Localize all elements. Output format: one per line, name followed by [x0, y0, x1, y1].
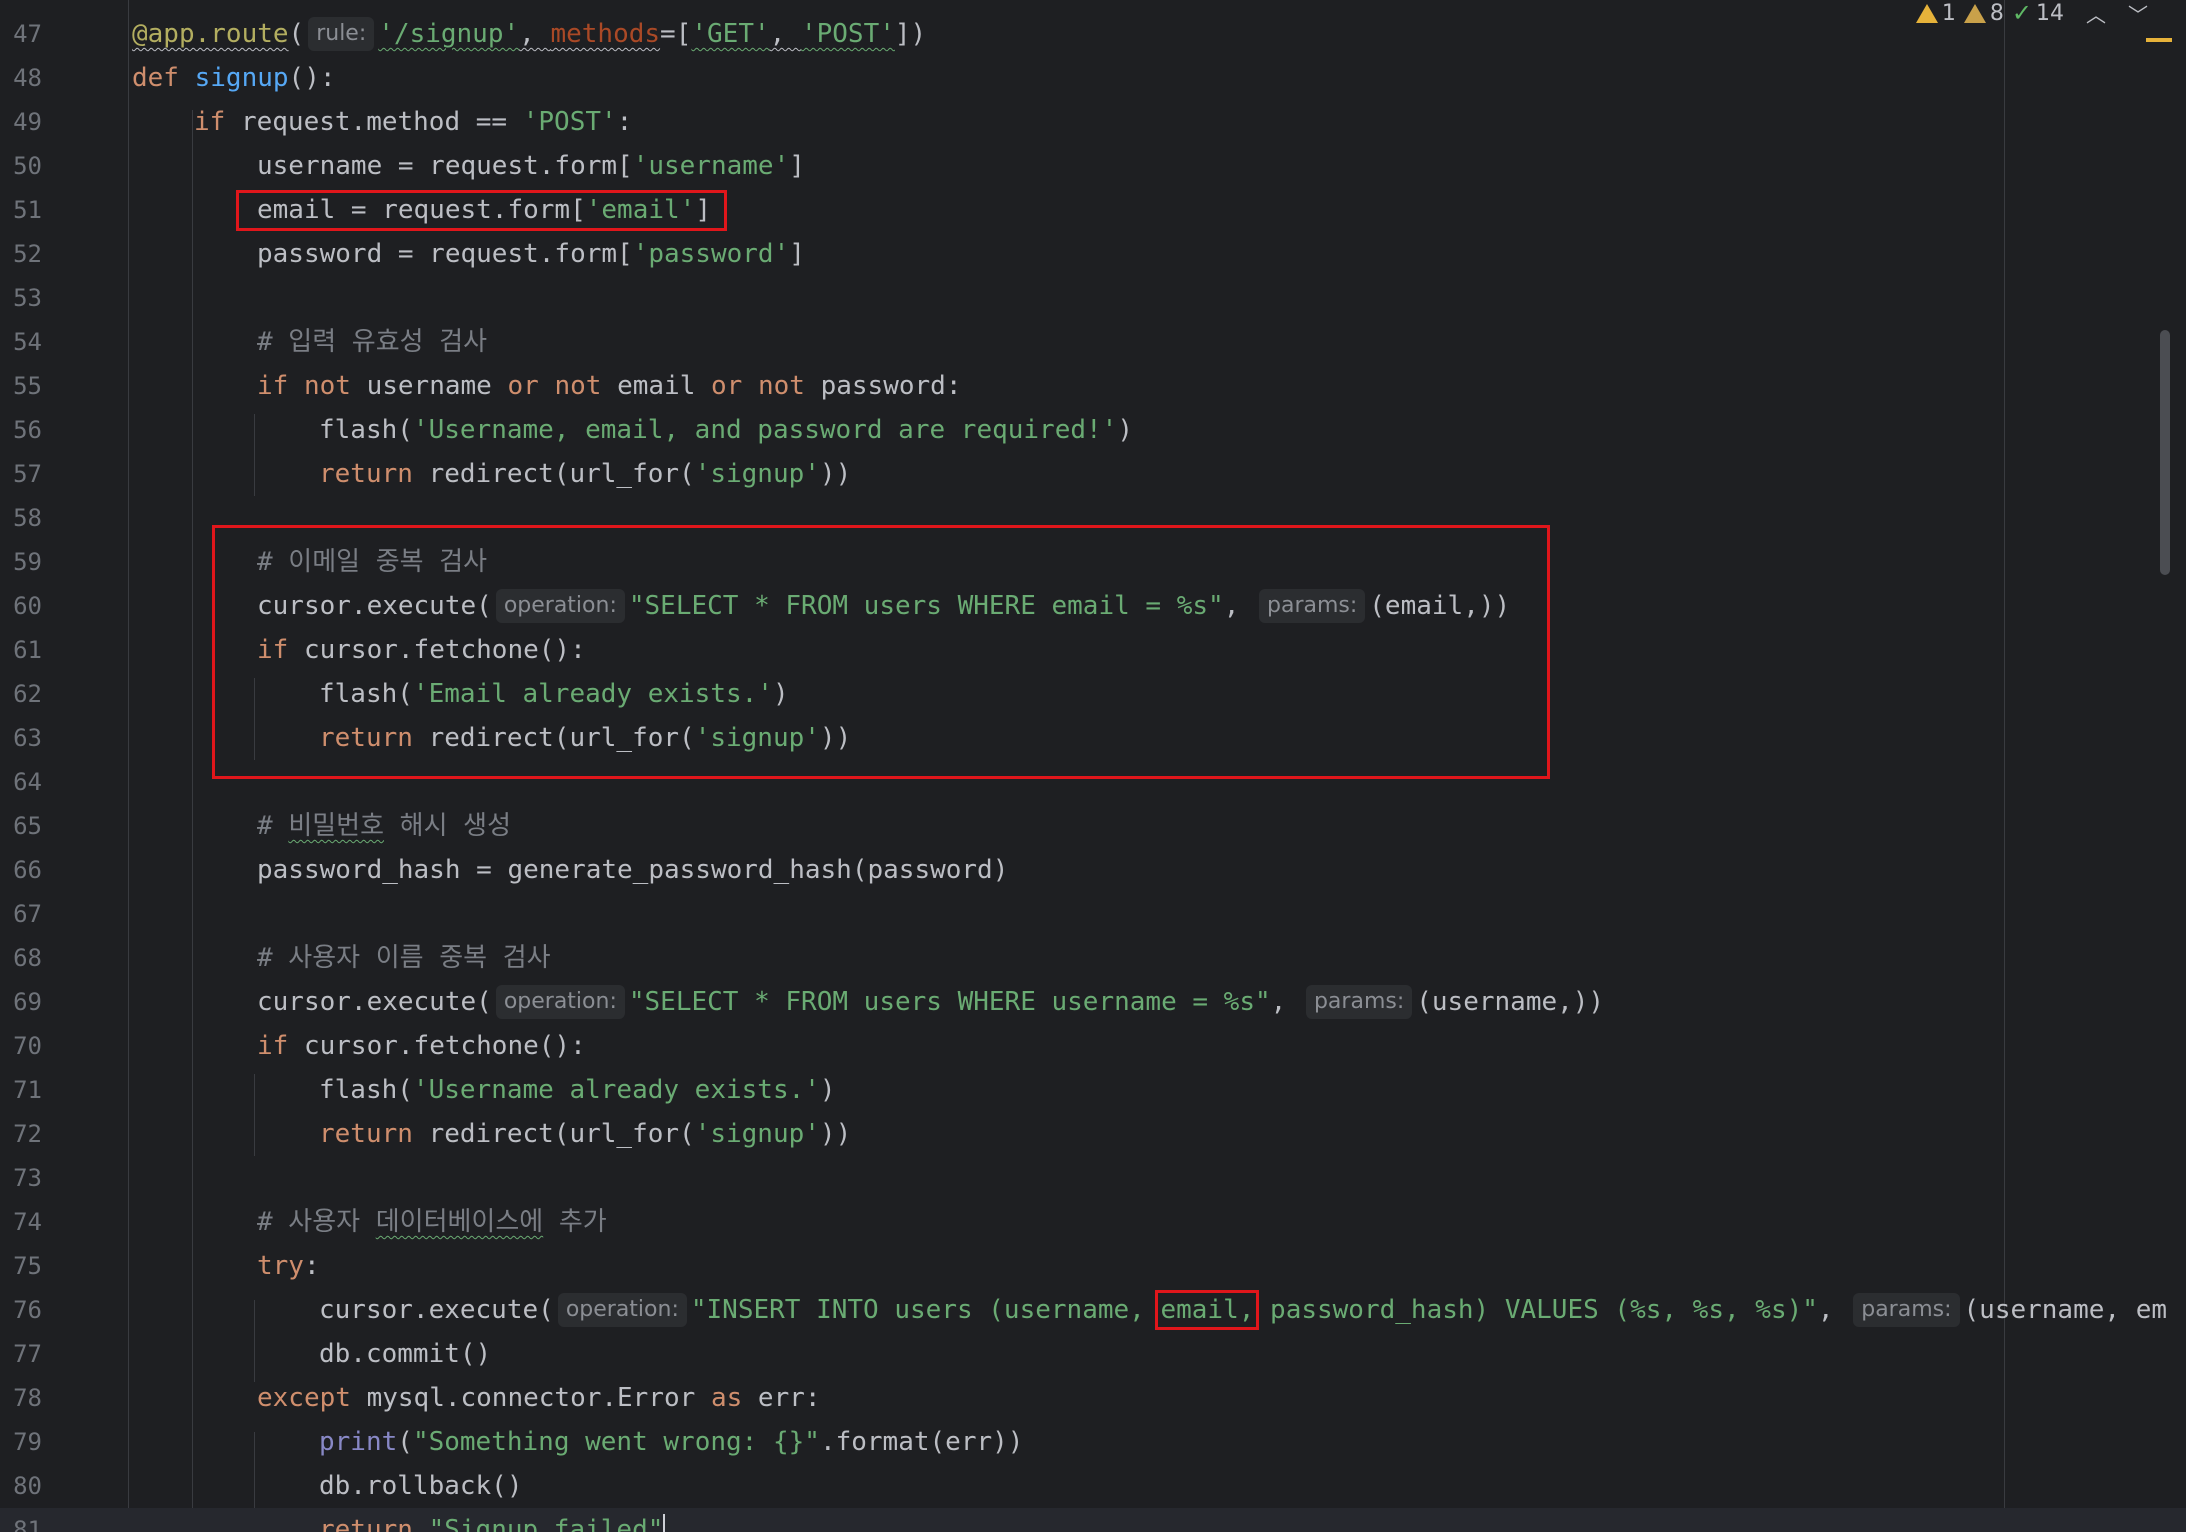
code-line[interactable]: 52 password = request.form['password'] [0, 232, 2186, 276]
line-content: # 입력 유효성 검사 [257, 327, 488, 357]
line-content: password_hash = generate_password_hash(p… [257, 855, 1009, 885]
line-number: 70 [13, 1032, 42, 1060]
code-line[interactable]: 66 password_hash = generate_password_has… [0, 848, 2186, 892]
annotation-box-email-check [212, 525, 1550, 779]
code-line[interactable]: 56 flash('Username, email, and password … [0, 408, 2186, 452]
code-line[interactable]: 77 db.commit() [0, 1332, 2186, 1376]
line-number: 47 [13, 20, 42, 48]
line-number: 62 [13, 680, 42, 708]
line-number: 58 [13, 504, 42, 532]
line-content: return "Signup failed" [319, 1508, 666, 1532]
inlay-hint: operation: [495, 985, 625, 1019]
line-number: 74 [13, 1208, 42, 1236]
line-content: if request.method == 'POST': [194, 107, 633, 137]
line-number: 55 [13, 372, 42, 400]
code-line[interactable]: 70 if cursor.fetchone(): [0, 1024, 2186, 1068]
code-line[interactable]: 54 # 입력 유효성 검사 [0, 320, 2186, 364]
line-number: 61 [13, 636, 42, 664]
line-number: 52 [13, 240, 42, 268]
line-content: db.rollback() [319, 1471, 523, 1501]
line-number: 63 [13, 724, 42, 752]
line-number: 65 [13, 812, 42, 840]
line-number: 73 [13, 1164, 42, 1192]
line-number: 51 [13, 196, 42, 224]
line-content: flash('Username already exists.') [319, 1075, 836, 1105]
line-number: 49 [13, 108, 42, 136]
code-line[interactable]: 68 # 사용자 이름 중복 검사 [0, 936, 2186, 980]
inlay-hint: rule: [308, 17, 375, 51]
line-content: print("Something went wrong: {}".format(… [319, 1427, 1024, 1457]
code-line[interactable]: 79 print("Something went wrong: {}".form… [0, 1420, 2186, 1464]
line-content: flash('Username, email, and password are… [319, 415, 1133, 445]
line-number: 72 [13, 1120, 42, 1148]
line-content: cursor.execute(operation: "INSERT INTO us… [319, 1290, 2168, 1330]
line-content: # 비밀번호 해시 생성 [257, 811, 511, 841]
line-number: 68 [13, 944, 42, 972]
highlighted-email-token: email, [1155, 1290, 1260, 1330]
line-content: password = request.form['password'] [257, 239, 805, 269]
code-line[interactable]: 50 username = request.form['username'] [0, 144, 2186, 188]
line-number: 78 [13, 1384, 42, 1412]
code-line[interactable]: 47 @app.route(rule: '/signup', methods=['… [0, 12, 2186, 56]
line-content: cursor.execute(operation: "SELECT * FROM … [257, 985, 1605, 1019]
code-line[interactable]: 49 if request.method == 'POST': [0, 100, 2186, 144]
line-content: except mysql.connector.Error as err: [257, 1383, 821, 1413]
line-number: 69 [13, 988, 42, 1016]
code-line[interactable]: 57 return redirect(url_for('signup')) [0, 452, 2186, 496]
code-line[interactable]: 72 return redirect(url_for('signup')) [0, 1112, 2186, 1156]
line-content: @app.route(rule: '/signup', methods=['GET… [132, 17, 927, 51]
line-content: def signup(): [132, 63, 336, 93]
line-number: 67 [13, 900, 42, 928]
line-content: return redirect(url_for('signup')) [319, 459, 852, 489]
line-number: 50 [13, 152, 42, 180]
code-line[interactable]: 69 cursor.execute(operation: "SELECT * FR… [0, 980, 2186, 1024]
code-line[interactable]: 80 db.rollback() [0, 1464, 2186, 1508]
line-number: 53 [13, 284, 42, 312]
annotation-box-email-assign [236, 190, 727, 231]
line-content: username = request.form['username'] [257, 151, 805, 181]
line-number: 79 [13, 1428, 42, 1456]
line-content: try: [257, 1251, 320, 1281]
line-number: 76 [13, 1296, 42, 1324]
line-number: 66 [13, 856, 42, 884]
line-content: if cursor.fetchone(): [257, 1031, 586, 1061]
line-content: # 사용자 데이터베이스에 추가 [257, 1207, 607, 1237]
inlay-hint: params: [1853, 1293, 1960, 1327]
line-number: 56 [13, 416, 42, 444]
line-number: 59 [13, 548, 42, 576]
code-line[interactable]: 71 flash('Username already exists.') [0, 1068, 2186, 1112]
code-line[interactable]: 76 cursor.execute(operation: "INSERT INTO… [0, 1288, 2186, 1332]
line-number: 60 [13, 592, 42, 620]
line-number: 81 [13, 1516, 42, 1532]
code-line[interactable]: 73 [0, 1156, 2186, 1200]
text-cursor [663, 1514, 666, 1532]
line-content: return redirect(url_for('signup')) [319, 1119, 852, 1149]
code-editor[interactable]: 1 8 ✓ 14 ︿ ﹀ 47 @app.route(rule: '/signup… [0, 0, 2186, 1532]
line-number: 75 [13, 1252, 42, 1280]
code-line[interactable]: 53 [0, 276, 2186, 320]
code-line[interactable]: 78 except mysql.connector.Error as err: [0, 1376, 2186, 1420]
line-content: # 사용자 이름 중복 검사 [257, 943, 551, 973]
line-content: if not username or not email or not pass… [257, 371, 962, 401]
line-number: 57 [13, 460, 42, 488]
code-line[interactable]: 67 [0, 892, 2186, 936]
code-line[interactable]: 74 # 사용자 데이터베이스에 추가 [0, 1200, 2186, 1244]
code-line-current[interactable]: 81 return "Signup failed" [0, 1508, 2186, 1532]
inlay-hint: operation: [557, 1293, 687, 1327]
code-line[interactable]: 48 def signup(): [0, 56, 2186, 100]
line-number: 64 [13, 768, 42, 796]
code-line[interactable]: 55 if not username or not email or not p… [0, 364, 2186, 408]
line-number: 48 [13, 64, 42, 92]
line-number: 54 [13, 328, 42, 356]
line-number: 77 [13, 1340, 42, 1368]
line-number: 80 [13, 1472, 42, 1500]
code-line[interactable]: 75 try: [0, 1244, 2186, 1288]
inlay-hint: params: [1305, 985, 1413, 1019]
code-line[interactable]: 65 # 비밀번호 해시 생성 [0, 804, 2186, 848]
line-number: 71 [13, 1076, 42, 1104]
line-content: db.commit() [319, 1339, 492, 1369]
